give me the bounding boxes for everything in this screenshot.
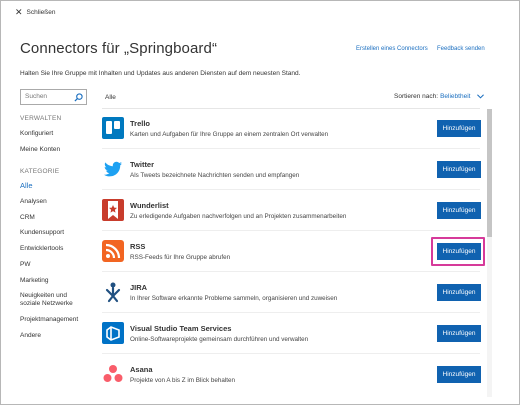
add-asana-button[interactable]: Hinzufügen <box>437 366 481 383</box>
sort-value[interactable]: Beliebtheit <box>440 93 470 100</box>
page-description: Halten Sie Ihre Gruppe mit Inhalten und … <box>20 70 301 77</box>
jira-icon <box>102 281 124 303</box>
connector-name: Twitter <box>130 160 155 169</box>
connector-description: In Ihrer Software erkannte Probleme samm… <box>130 295 338 302</box>
sidebar-item-all[interactable]: Alle <box>20 182 33 190</box>
row-divider <box>102 271 480 272</box>
connector-name: Wunderlist <box>130 201 169 210</box>
sidebar-item-customer-support[interactable]: Kundensupport <box>20 229 64 237</box>
feedback-link[interactable]: Feedback senden <box>437 46 485 52</box>
connector-description: RSS-Feeds für Ihre Gruppe abrufen <box>130 254 231 261</box>
row-divider <box>102 189 480 190</box>
sidebar-item-project-management[interactable]: Projektmanagement <box>20 316 78 324</box>
connector-row-trello: Trello Karten und Aufgaben für Ihre Grup… <box>102 109 481 149</box>
sidebar-item-my-accounts[interactable]: Meine Konten <box>20 146 60 154</box>
connector-row-twitter: Twitter Als Tweets bezeichnete Nachricht… <box>102 150 481 190</box>
list-filter-label: Alle <box>105 94 116 101</box>
trello-icon <box>102 117 124 139</box>
row-divider <box>102 148 480 149</box>
create-connector-link[interactable]: Erstellen eines Connectors <box>356 46 428 52</box>
add-rss-button[interactable]: Hinzufügen <box>437 243 481 260</box>
search-placeholder: Suchen <box>25 93 48 100</box>
sidebar-item-other[interactable]: Andere <box>20 332 41 340</box>
scrollbar-thumb[interactable] <box>487 109 492 237</box>
add-wunderlist-button[interactable]: Hinzufügen <box>437 202 481 219</box>
close-icon: ✕ <box>15 7 23 17</box>
add-trello-button[interactable]: Hinzufügen <box>437 120 481 137</box>
sidebar-item-configured[interactable]: Konfiguriert <box>20 130 53 138</box>
sidebar-item-crm[interactable]: CRM <box>20 214 35 222</box>
connector-description: Karten und Aufgaben für Ihre Gruppe an e… <box>130 131 329 138</box>
vsts-icon <box>102 322 124 344</box>
connector-row-wunderlist: Wunderlist Zu erledigende Aufgaben nachv… <box>102 191 481 231</box>
sidebar-item-pw[interactable]: PW <box>20 261 30 269</box>
connector-description: Zu erledigende Aufgaben nachverfolgen un… <box>130 213 347 220</box>
dialog-frame: ✕ Schließen Connectors für „Springboard“… <box>0 0 520 405</box>
connector-name: Asana <box>130 365 153 374</box>
search-icon[interactable] <box>74 93 83 102</box>
connector-row-jira: JIRA In Ihrer Software erkannte Probleme… <box>102 273 481 313</box>
section-manage-heading: VERWALTEN <box>20 115 62 122</box>
connector-name: JIRA <box>130 283 148 292</box>
row-divider <box>102 353 480 354</box>
connector-row-asana: Asana Projekte von A bis Z im Blick beha… <box>102 355 481 395</box>
connector-row-vsts: Visual Studio Team Services Online-Softw… <box>102 314 481 354</box>
wunderlist-icon <box>102 199 124 221</box>
section-category-heading: KATEGORIE <box>20 168 60 175</box>
chevron-down-icon[interactable] <box>477 94 485 99</box>
row-divider <box>102 312 480 313</box>
connector-description: Online-Softwareprojekte gemeinsam durchf… <box>130 336 309 343</box>
close-button[interactable]: ✕ Schließen <box>15 8 55 17</box>
row-divider <box>102 230 480 231</box>
connector-name: Visual Studio Team Services <box>130 324 232 333</box>
connector-name: Trello <box>130 119 151 128</box>
twitter-icon <box>102 158 124 180</box>
add-vsts-button[interactable]: Hinzufügen <box>437 325 481 342</box>
close-label: Schließen <box>26 9 56 16</box>
page-title: Connectors für „Springboard“ <box>20 40 218 57</box>
sidebar-item-marketing[interactable]: Marketing <box>20 277 49 285</box>
sidebar-item-news-social[interactable]: Neuigkeiten und soziale Netzwerke <box>20 292 73 308</box>
search-input[interactable]: Suchen <box>20 89 87 105</box>
connector-description: Als Tweets bezeichnete Nachrichten sende… <box>130 172 300 179</box>
add-twitter-button[interactable]: Hinzufügen <box>437 161 481 178</box>
connector-description: Projekte von A bis Z im Blick behalten <box>130 377 235 384</box>
connector-name: RSS <box>130 242 146 251</box>
sort-prefix: Sortieren nach: <box>394 93 439 100</box>
connector-row-rss: RSS RSS-Feeds für Ihre Gruppe abrufen Hi… <box>102 232 485 272</box>
sort-dropdown[interactable]: Sortieren nach: Beliebtheit <box>394 93 485 100</box>
asana-icon <box>102 363 124 385</box>
rss-icon <box>102 240 124 262</box>
sidebar-item-analytics[interactable]: Analysen <box>20 198 47 206</box>
sidebar-item-developer-tools[interactable]: Entwicklertools <box>20 245 63 253</box>
add-jira-button[interactable]: Hinzufügen <box>437 284 481 301</box>
